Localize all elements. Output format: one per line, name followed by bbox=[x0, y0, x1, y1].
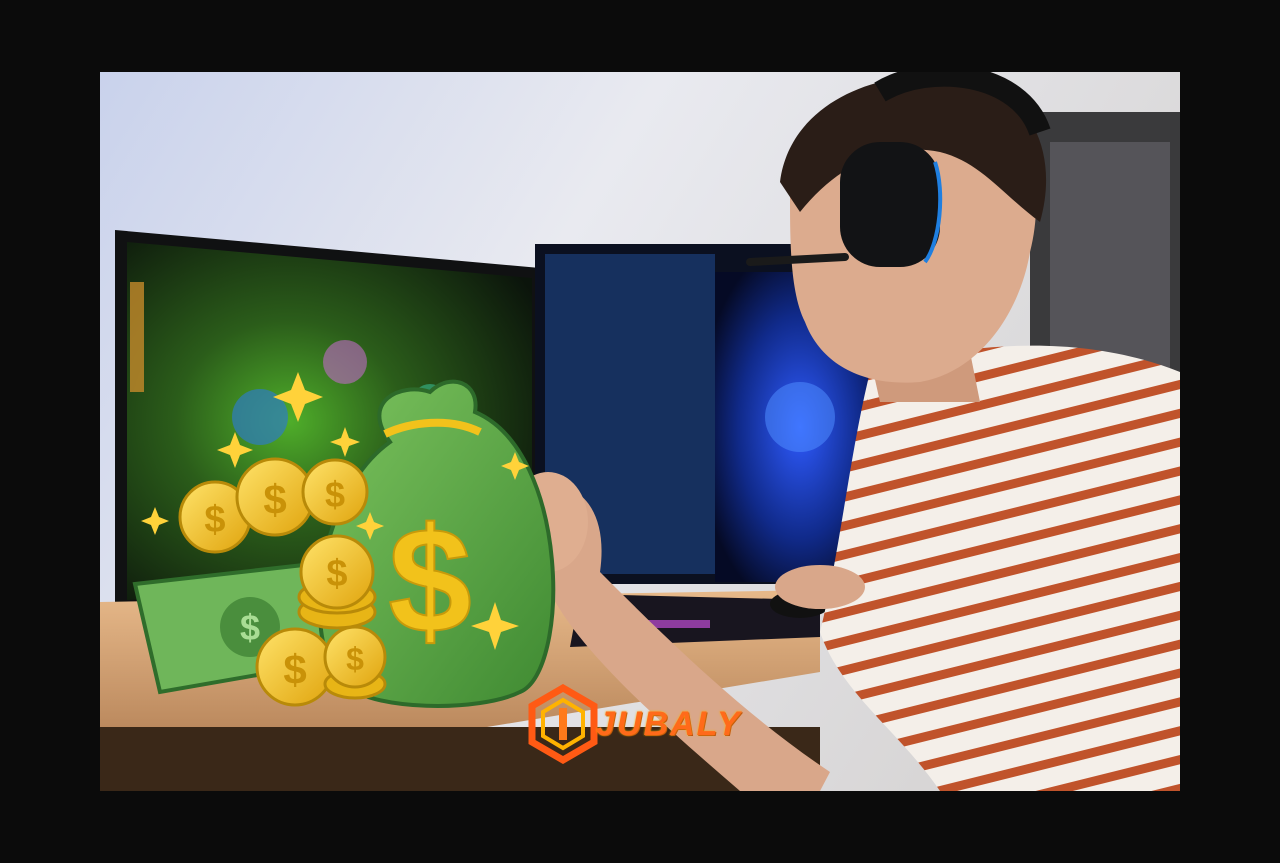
svg-text:$: $ bbox=[388, 496, 471, 664]
svg-text:$: $ bbox=[263, 476, 286, 523]
svg-text:$: $ bbox=[204, 499, 225, 541]
jubaly-logo: JUBALY bbox=[528, 684, 798, 764]
svg-text:$: $ bbox=[346, 641, 364, 677]
svg-text:$: $ bbox=[240, 607, 260, 648]
photo-frame: $ $ $ $ $ $ $ $ JUBALY bbox=[100, 72, 1180, 791]
svg-text:$: $ bbox=[325, 474, 345, 515]
jubaly-logo-icon bbox=[528, 684, 598, 764]
jubaly-logo-text: JUBALY bbox=[596, 704, 742, 743]
svg-text:$: $ bbox=[326, 553, 347, 595]
svg-text:$: $ bbox=[283, 646, 306, 693]
